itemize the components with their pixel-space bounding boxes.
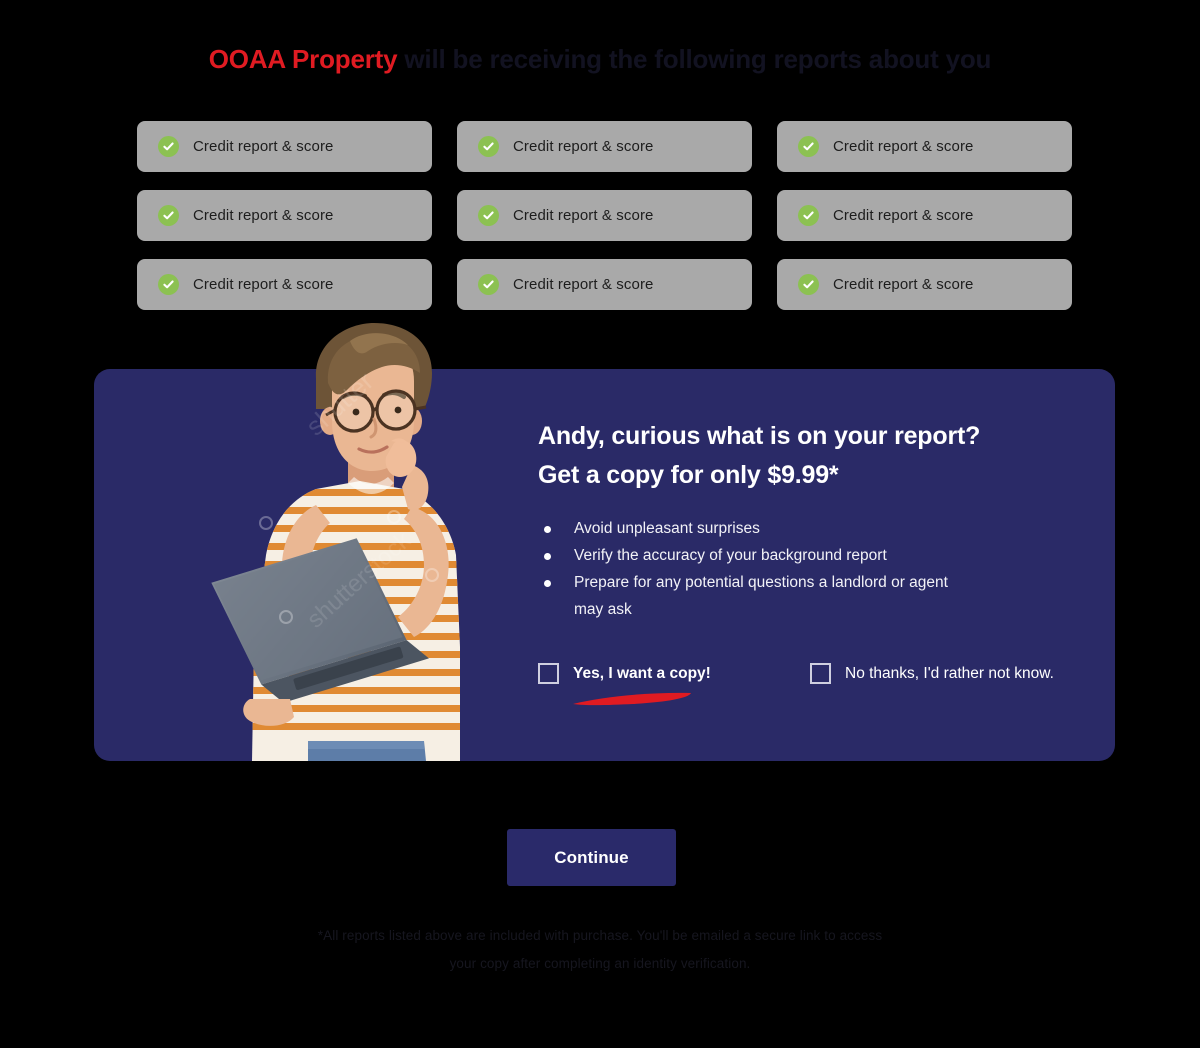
report-card-label: Credit report & score bbox=[833, 138, 974, 155]
footnote: *All reports listed above are included w… bbox=[0, 922, 1200, 979]
check-circle-icon bbox=[158, 136, 179, 157]
report-card[interactable]: Credit report & score bbox=[777, 121, 1072, 172]
continue-button[interactable]: Continue bbox=[507, 829, 676, 886]
promo-page: OOAA Property will be receiving the foll… bbox=[0, 0, 1200, 1048]
promo-benefit-item: Avoid unpleasant surprises bbox=[538, 515, 958, 542]
report-card-label: Credit report & score bbox=[513, 207, 654, 224]
report-card[interactable]: Credit report & score bbox=[777, 259, 1072, 310]
promo-choice-group: Yes, I want a copy! No thanks, I'd rathe… bbox=[538, 663, 1098, 706]
report-card-label: Credit report & score bbox=[193, 138, 334, 155]
report-card[interactable]: Credit report & score bbox=[457, 259, 752, 310]
promo-content: Andy, curious what is on your report? Ge… bbox=[538, 417, 1098, 624]
check-circle-icon bbox=[478, 205, 499, 226]
report-card-label: Credit report & score bbox=[513, 276, 654, 293]
report-card[interactable]: Credit report & score bbox=[137, 259, 432, 310]
report-card[interactable]: Credit report & score bbox=[457, 121, 752, 172]
promo-title-line1: Andy, curious what is on your report? bbox=[538, 422, 981, 450]
footnote-line-2: your copy after completing an identity v… bbox=[449, 956, 751, 972]
checkbox-no[interactable] bbox=[810, 663, 831, 684]
man-with-laptop-thinking-photo: shutter shutterstock bbox=[198, 317, 558, 761]
check-circle-icon bbox=[798, 274, 819, 295]
check-circle-icon bbox=[478, 136, 499, 157]
check-circle-icon bbox=[478, 274, 499, 295]
report-card-label: Credit report & score bbox=[833, 276, 974, 293]
report-card-label: Credit report & score bbox=[833, 207, 974, 224]
choice-no-label[interactable]: No thanks, I'd rather not know. bbox=[845, 665, 1054, 683]
promo-panel: shutter shutterstock Andy, curious what … bbox=[94, 323, 1115, 761]
report-card[interactable]: Credit report & score bbox=[137, 121, 432, 172]
promo-benefit-list: Avoid unpleasant surprises Verify the ac… bbox=[538, 515, 1098, 624]
report-card-label: Credit report & score bbox=[513, 138, 654, 155]
check-circle-icon bbox=[798, 205, 819, 226]
red-underline-swoosh-icon bbox=[571, 691, 693, 707]
checkbox-yes[interactable] bbox=[538, 663, 559, 684]
choice-yes-label[interactable]: Yes, I want a copy! bbox=[573, 665, 711, 683]
report-card-label: Credit report & score bbox=[193, 207, 334, 224]
promo-benefit-item: Verify the accuracy of your background r… bbox=[538, 542, 958, 569]
svg-text:shutterstock: shutterstock bbox=[302, 526, 417, 633]
promo-benefit-item: Prepare for any potential questions a la… bbox=[538, 569, 958, 623]
check-circle-icon bbox=[158, 205, 179, 226]
check-circle-icon bbox=[798, 136, 819, 157]
report-card-label: Credit report & score bbox=[193, 276, 334, 293]
promo-title-line2: Get a copy for only $9.99* bbox=[538, 461, 839, 489]
report-card-grid: Credit report & score Credit report & sc… bbox=[137, 121, 1072, 310]
choice-yes[interactable]: Yes, I want a copy! bbox=[538, 663, 810, 706]
footnote-line-1: *All reports listed above are included w… bbox=[317, 928, 883, 943]
brand-name: OOAA Property bbox=[208, 44, 398, 74]
report-card[interactable]: Credit report & score bbox=[457, 190, 752, 241]
check-circle-icon bbox=[158, 274, 179, 295]
page-title-rest: will be receiving the following reports … bbox=[397, 44, 992, 74]
page-title: OOAA Property will be receiving the foll… bbox=[0, 44, 1200, 75]
report-card[interactable]: Credit report & score bbox=[137, 190, 432, 241]
report-card[interactable]: Credit report & score bbox=[777, 190, 1072, 241]
svg-text:shutter: shutter bbox=[300, 366, 379, 442]
choice-no[interactable]: No thanks, I'd rather not know. bbox=[810, 663, 1054, 684]
